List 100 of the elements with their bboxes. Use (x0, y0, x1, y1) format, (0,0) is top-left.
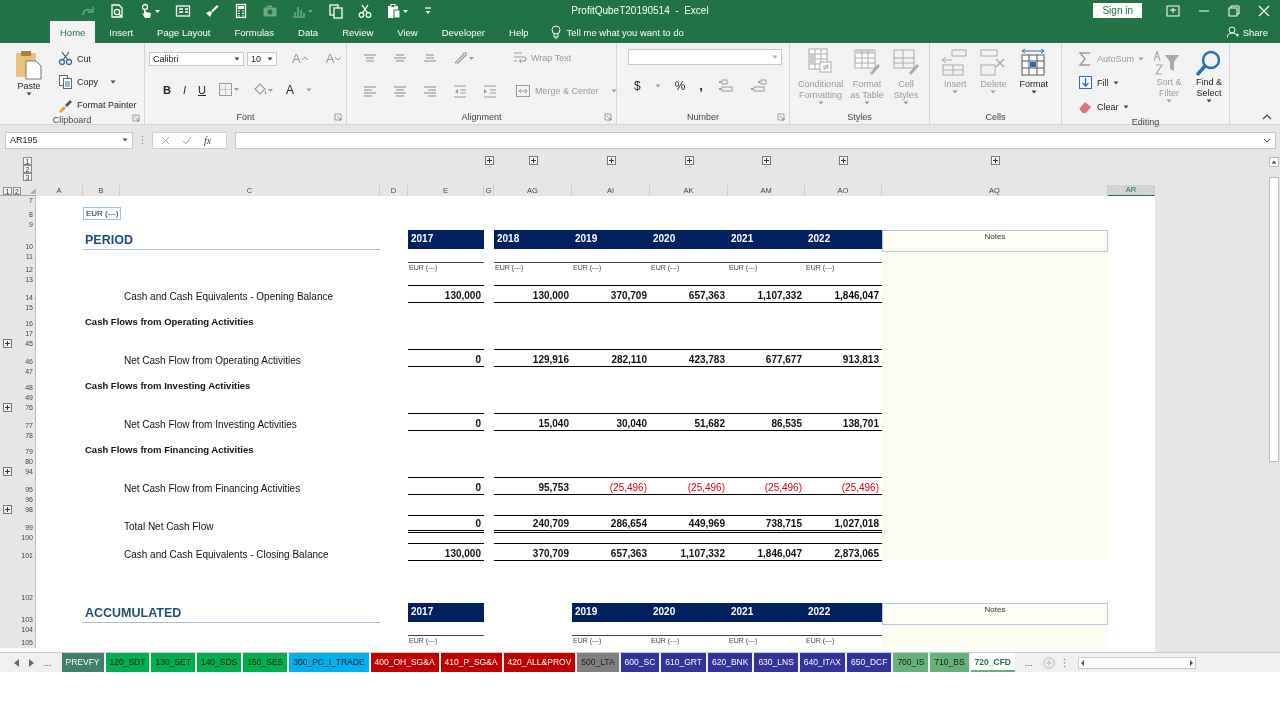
scrollbar-thumb[interactable] (1269, 177, 1279, 462)
sheet-tab[interactable]: 410_P_SG&A (440, 653, 502, 672)
sheet-tab[interactable]: 610_GRT (661, 653, 706, 672)
cut-button[interactable]: Cut (56, 49, 139, 69)
scroll-left-icon[interactable] (14, 658, 20, 667)
table-cell: 913,813 (805, 349, 882, 367)
sheet-tab[interactable]: 140_SDS (196, 653, 242, 672)
ribbon-tab[interactable]: View (387, 21, 428, 43)
find-select-button[interactable]: Find & Select (1192, 49, 1227, 103)
format-painter-button[interactable]: Format Painter (56, 95, 139, 115)
table-cell: 1,846,047 (805, 285, 882, 303)
sheet-tab[interactable]: 630_LNS (754, 653, 798, 672)
copy-button[interactable]: Copy (56, 72, 139, 92)
print-preview-icon[interactable] (109, 2, 125, 19)
ribbon-tab[interactable]: Home (50, 21, 96, 43)
caret-icon (334, 55, 343, 62)
sheet-tab[interactable]: 400_OH_SG&A (370, 653, 439, 672)
restore-icon[interactable] (1228, 4, 1240, 17)
table-cell: (25,496) (805, 477, 882, 495)
paste-button[interactable]: Paste (12, 49, 46, 96)
ribbon-tab[interactable]: Insert (99, 21, 144, 43)
sheet-tab[interactable]: 300_PC_I_TRADE (289, 653, 369, 672)
merge-cells-icon (515, 84, 531, 98)
splitter-icon[interactable] (1062, 657, 1066, 668)
sheet-tab[interactable]: 130_SET (151, 653, 195, 672)
table-cell: 657,363 (572, 543, 650, 561)
sheet-tab[interactable]: PREVFY (61, 653, 104, 672)
expand-icon[interactable] (3, 505, 12, 514)
row-label: Net Cash Flow from Financing Activities (123, 483, 302, 495)
sheet-tab[interactable]: 620_BNK (708, 653, 753, 672)
caret-icon (1263, 137, 1271, 143)
caret-icon (110, 80, 116, 84)
fill-button[interactable]: Fill (1076, 73, 1147, 93)
select-all-icon[interactable] (30, 188, 36, 194)
ribbon-tab[interactable]: Formulas (224, 21, 285, 43)
expand-icon[interactable] (839, 156, 848, 165)
table-cell: 138,701 (805, 413, 882, 431)
ribbon-display-icon[interactable] (1166, 4, 1180, 17)
section-heading: Cash Flows from Operating Activities (84, 315, 255, 327)
ribbon-tab[interactable]: Help (499, 21, 539, 43)
calculator-icon[interactable] (233, 2, 249, 19)
dialog-launcher-icon[interactable] (132, 114, 140, 122)
horizontal-scrollbar[interactable] (1077, 656, 1196, 669)
scissors-icon[interactable] (357, 2, 373, 19)
ribbon-tab[interactable]: Page Layout (147, 21, 221, 43)
sheet-tab[interactable]: 150_SES (243, 653, 288, 672)
sheet-tab[interactable]: 420_ALL&PROV (503, 653, 576, 672)
sheet-tab[interactable]: 720_CFD (970, 653, 1015, 672)
sheet-tab[interactable]: 700_IS (893, 653, 929, 672)
sheet-tab[interactable]: 120_SDT (105, 653, 150, 672)
expand-icon[interactable] (990, 156, 1000, 165)
close-icon[interactable] (1258, 4, 1270, 17)
table-cell: 130,000 (408, 285, 484, 303)
paste-icon[interactable] (386, 2, 410, 19)
cancel-icon[interactable] (161, 135, 170, 145)
table-cell: (25,496) (650, 477, 728, 495)
more-sheets-button[interactable]: ... (42, 657, 54, 668)
ribbon-tab[interactable]: Data (288, 21, 329, 43)
check-icon[interactable] (182, 135, 192, 145)
sheet-tab[interactable]: 650_DCF (847, 653, 892, 672)
table-cell: 677,677 (728, 349, 805, 367)
sheet-tab[interactable]: 600_SC (620, 653, 660, 672)
expand-icon[interactable] (528, 156, 538, 165)
brush-icon[interactable] (204, 2, 220, 19)
table-cell: (25,496) (572, 477, 650, 495)
caret-icon (864, 101, 871, 105)
expand-icon[interactable] (3, 339, 12, 348)
format-button[interactable]: Format (1016, 47, 1051, 94)
paintbrush-icon (58, 97, 73, 113)
expand-icon[interactable] (3, 467, 12, 476)
add-sheet-icon[interactable] (1042, 656, 1055, 669)
scroll-up-icon[interactable] (1269, 157, 1279, 167)
name-box[interactable]: AR195 (5, 131, 133, 149)
ribbon-tab[interactable]: Review (332, 21, 384, 43)
more-sheets-button[interactable]: ... (1023, 657, 1035, 668)
insert-function-button[interactable]: fx (204, 134, 212, 146)
share-button[interactable]: Share (1226, 21, 1280, 43)
table-cell: 2,873,065 (805, 543, 882, 561)
caret-icon (610, 89, 617, 93)
grip-icon (141, 135, 144, 145)
collapse-ribbon-icon[interactable] (1262, 114, 1272, 120)
lightbulb-icon (550, 25, 561, 39)
sheet-tab[interactable]: 640_ITAX (799, 653, 845, 672)
form-icon[interactable] (175, 2, 191, 19)
expand-icon[interactable] (3, 403, 12, 412)
group-label: Number (687, 112, 719, 122)
sheet-tab[interactable]: 710_BS (930, 653, 969, 672)
expand-icon[interactable] (684, 156, 694, 165)
expand-icon[interactable] (484, 156, 494, 165)
clear-button[interactable]: Clear (1076, 97, 1147, 117)
expand-icon[interactable] (762, 156, 771, 165)
formula-input[interactable] (235, 131, 1276, 149)
search-prompt[interactable]: Tell me what you want to do (566, 26, 684, 38)
sheet-tab[interactable]: 500_LTA (577, 653, 619, 672)
table-cell: (25,496) (728, 477, 805, 495)
scroll-right-icon[interactable] (28, 658, 34, 667)
sign-in-button[interactable]: Sign in (1093, 3, 1142, 18)
ribbon-tab[interactable]: Developer (431, 21, 496, 43)
copy-icon[interactable] (328, 2, 344, 19)
expand-icon[interactable] (606, 156, 616, 165)
